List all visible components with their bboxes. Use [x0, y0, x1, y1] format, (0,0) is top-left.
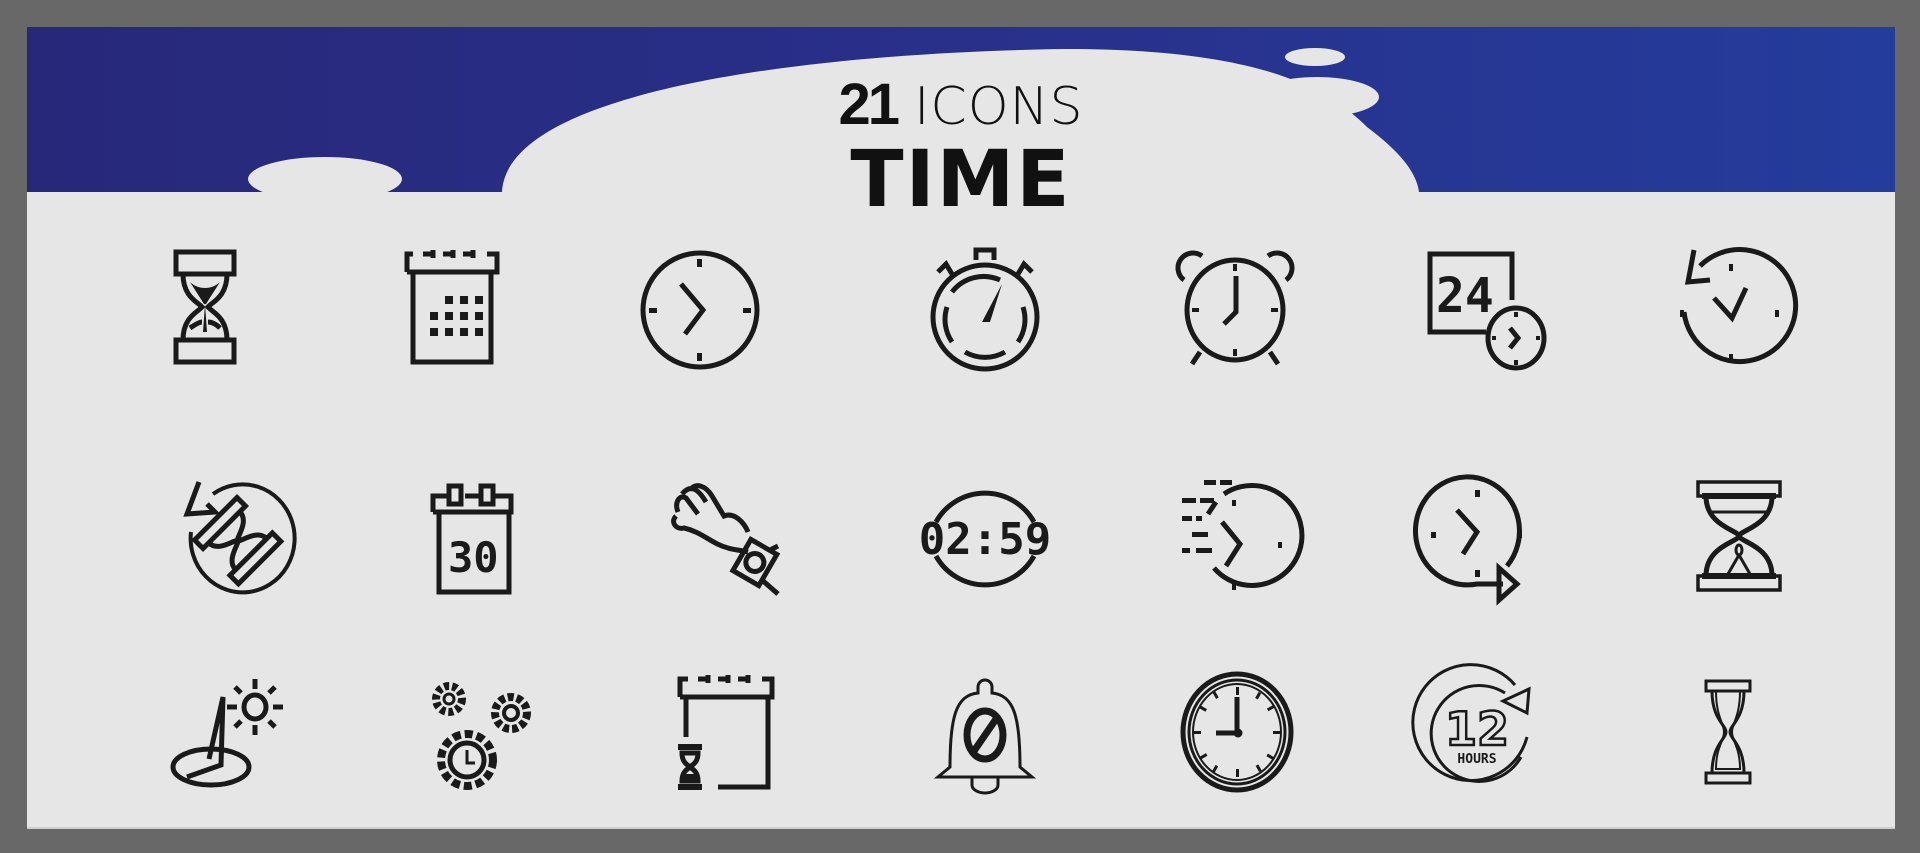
sundial-icon [167, 667, 297, 797]
24-hours-icon: 24 [1412, 242, 1547, 372]
digital-timer-icon: 02:59 [919, 472, 1051, 602]
digital-timer-readout: 02:59 [919, 514, 1051, 565]
hourglass-stand-icon [1662, 472, 1792, 602]
calendar-grid-icon [387, 242, 517, 372]
alarm-clock-icon [1170, 242, 1300, 372]
calendar-hourglass-icon [662, 667, 792, 797]
sand-timer-icon [1662, 667, 1792, 797]
gears-clock-icon [415, 667, 545, 797]
page-title: TIME [850, 135, 1072, 225]
icon-count-title: 21 ICONS [27, 71, 1895, 138]
icon-sheet-panel: 21 ICONS TIME 24 30 02:59 12 HOURS [27, 27, 1895, 829]
wall-clock-nine-icon [1172, 667, 1302, 797]
24-hours-label: 24 [1436, 268, 1494, 324]
12-hours-number: 12 [1445, 702, 1509, 756]
bell-off-icon [920, 667, 1050, 797]
12-hours-label: HOURS [1457, 752, 1496, 767]
calendar-day-icon: 30 [415, 472, 545, 602]
clock-history-icon [1664, 242, 1799, 372]
icon-count: 21 [838, 72, 899, 137]
12-hours-icon: 12 HOURS [1411, 663, 1547, 797]
calendar-day-label: 30 [448, 533, 499, 582]
wall-clock-icon [635, 242, 765, 372]
fast-clock-icon [1172, 472, 1305, 602]
stopwatch-icon [920, 242, 1050, 372]
clock-forward-icon [1413, 472, 1547, 606]
hourglass-rotate-icon [167, 472, 297, 602]
hourglass-icon [140, 242, 270, 372]
wristwatch-hand-icon [662, 472, 792, 602]
icon-count-suffix: ICONS [914, 77, 1084, 137]
